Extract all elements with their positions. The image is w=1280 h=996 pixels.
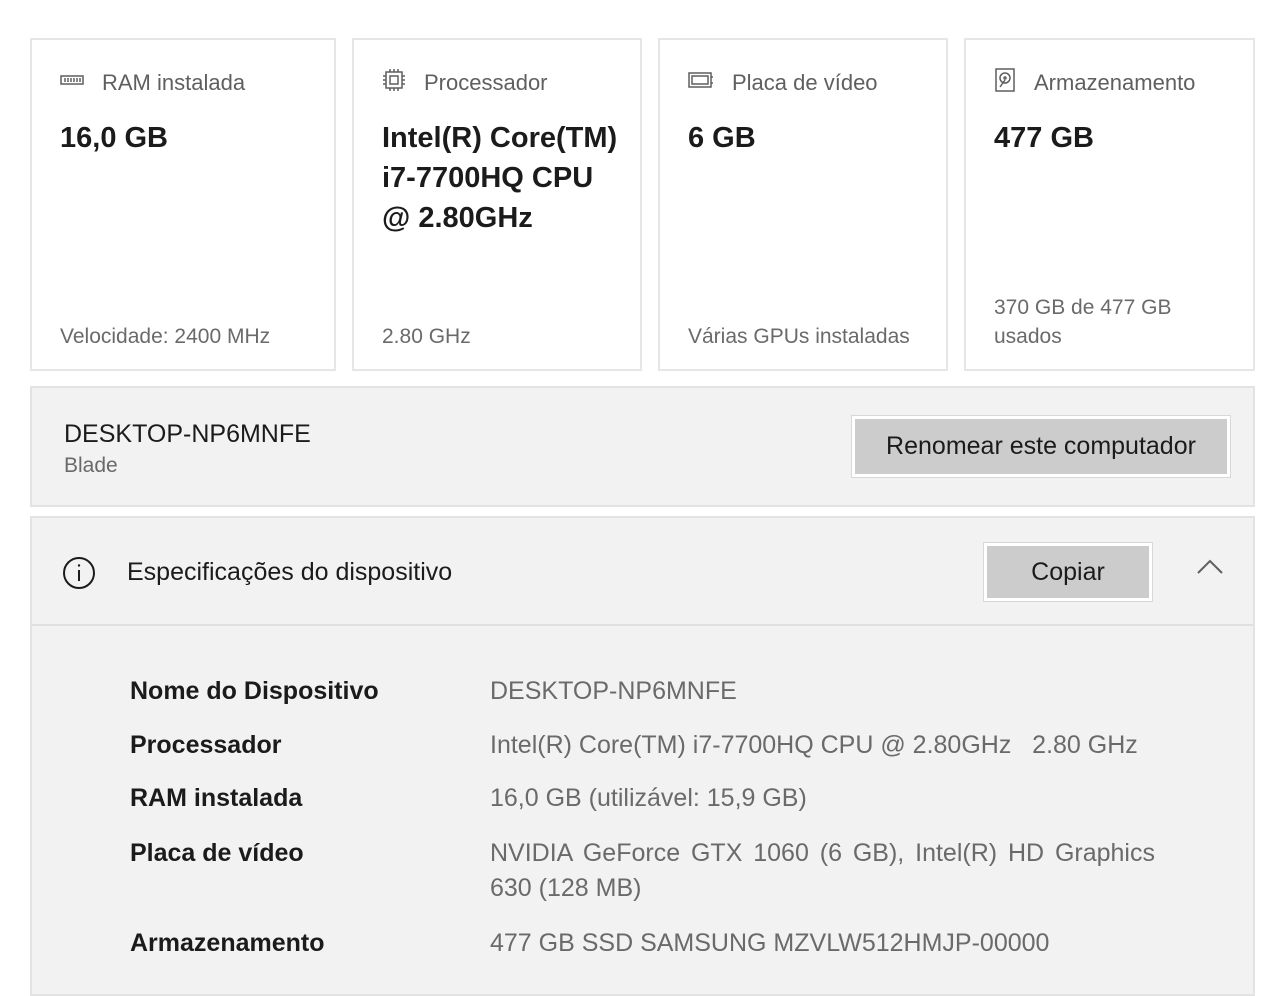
- spec-value: NVIDIA GeForce GTX 1060 (6 GB), Intel(R)…: [490, 839, 1155, 902]
- card-ram-title: RAM instalada: [102, 70, 246, 95]
- rename-pc-button[interactable]: Renomear este computador: [852, 416, 1230, 477]
- spec-label: Nome do Dispositivo: [130, 677, 379, 705]
- card-ram-header: RAM instalada: [60, 68, 245, 98]
- ram-icon: [60, 68, 102, 98]
- card-gpu-footer: Várias GPUs instaladas: [688, 325, 910, 348]
- card-storage: Armazenamento 477 GB 370 GB de 477 GB us…: [964, 38, 1255, 371]
- card-storage-value: 477 GB: [994, 122, 1094, 154]
- card-storage-footer: 370 GB de 477 GB usados: [994, 296, 1172, 348]
- card-gpu: Placa de vídeo 6 GB Várias GPUs instalad…: [658, 38, 948, 371]
- storage-icon: [994, 68, 1034, 98]
- chevron-up-icon[interactable]: [1196, 558, 1224, 581]
- spec-value: 477 GB SSD SAMSUNG MZVLW512HMJP-00000: [490, 929, 1050, 957]
- spec-label: RAM instalada: [130, 784, 303, 812]
- pc-name: DESKTOP-NP6MNFE: [64, 420, 311, 448]
- card-ram-value: 16,0 GB: [60, 122, 168, 154]
- card-gpu-title: Placa de vídeo: [732, 70, 878, 95]
- device-specs-header[interactable]: Especificações do dispositivo Copiar: [32, 518, 1253, 626]
- card-cpu-header: Processador: [382, 68, 548, 98]
- device-specs-panel: Especificações do dispositivo Copiar Nom…: [30, 516, 1255, 996]
- pc-model: Blade: [64, 454, 118, 477]
- spec-value: 16,0 GB (utilizável: 15,9 GB): [490, 784, 807, 812]
- pc-name-panel: DESKTOP-NP6MNFE Blade Renomear este comp…: [30, 386, 1255, 507]
- spec-label: Processador: [130, 731, 282, 759]
- card-cpu-title: Processador: [424, 70, 548, 95]
- card-cpu-footer: 2.80 GHz: [382, 325, 471, 348]
- spec-value: Intel(R) Core(TM) i7-7700HQ CPU @ 2.80GH…: [490, 731, 1138, 759]
- spec-value: DESKTOP-NP6MNFE: [490, 677, 737, 705]
- card-ram: RAM instalada 16,0 GB Velocidade: 2400 M…: [30, 38, 336, 371]
- card-gpu-header: Placa de vídeo: [688, 68, 878, 98]
- cpu-icon: [382, 68, 424, 98]
- card-storage-title: Armazenamento: [1034, 70, 1196, 95]
- copy-button[interactable]: Copiar: [984, 543, 1152, 601]
- card-storage-header: Armazenamento: [994, 68, 1195, 98]
- card-cpu-value: Intel(R) Core(TM) i7-7700HQ CPU @ 2.80GH…: [382, 122, 618, 234]
- card-cpu: Processador Intel(R) Core(TM) i7-7700HQ …: [352, 38, 642, 371]
- card-ram-footer: Velocidade: 2400 MHz: [60, 325, 271, 348]
- spec-label: Armazenamento: [130, 929, 325, 957]
- info-icon: [62, 556, 96, 595]
- card-gpu-value: 6 GB: [688, 122, 756, 154]
- device-specs-title: Especificações do dispositivo: [127, 558, 453, 586]
- gpu-icon: [688, 68, 732, 98]
- spec-label: Placa de vídeo: [130, 839, 304, 867]
